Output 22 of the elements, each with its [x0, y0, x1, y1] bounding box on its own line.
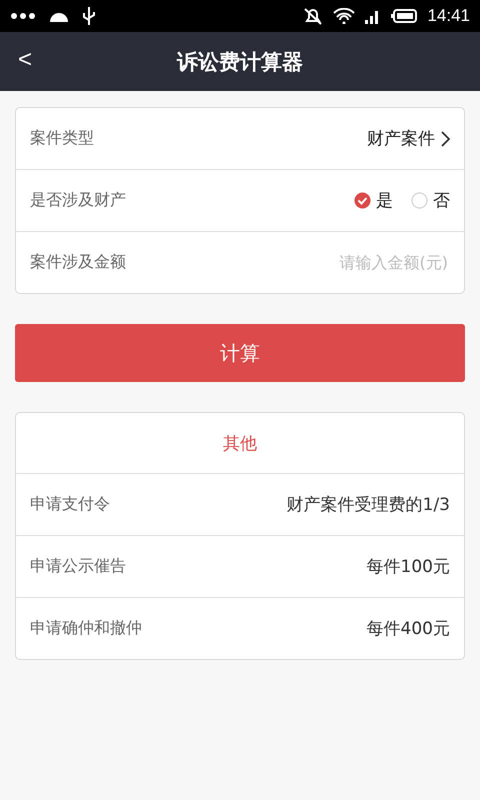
clock: 14:41 [427, 6, 470, 26]
wifi-icon [333, 8, 356, 24]
field-label: 案件涉及金额 [30, 252, 126, 273]
chevron-icon [441, 130, 450, 146]
fee-label: 申请支付令 [30, 494, 110, 515]
section-title: 其他 [223, 432, 257, 454]
fee-label: 申请确仲和撤仲 [30, 618, 142, 639]
radio-option[interactable]: 否 [411, 189, 450, 212]
field-label: 案件类型 [30, 128, 94, 149]
fee-label: 申请公示催告 [30, 556, 126, 577]
field-label: 是否涉及财产 [30, 190, 126, 211]
fee-value: 财产案件受理费的1/3 [286, 494, 450, 516]
back-button[interactable]: < [12, 46, 38, 74]
calculate-button[interactable]: 计算 [15, 324, 465, 382]
fee-value: 每件400元 [366, 618, 450, 640]
case-type-selector[interactable]: 财产案件 [367, 127, 450, 150]
page-title: 诉讼费计算器 [177, 48, 303, 76]
fee-value: 每件100元 [366, 556, 450, 578]
battery-icon [391, 9, 418, 23]
muted-bell-icon [303, 7, 324, 25]
radio-option[interactable]: 是 [354, 189, 393, 212]
notification-dots-icon [10, 12, 36, 20]
